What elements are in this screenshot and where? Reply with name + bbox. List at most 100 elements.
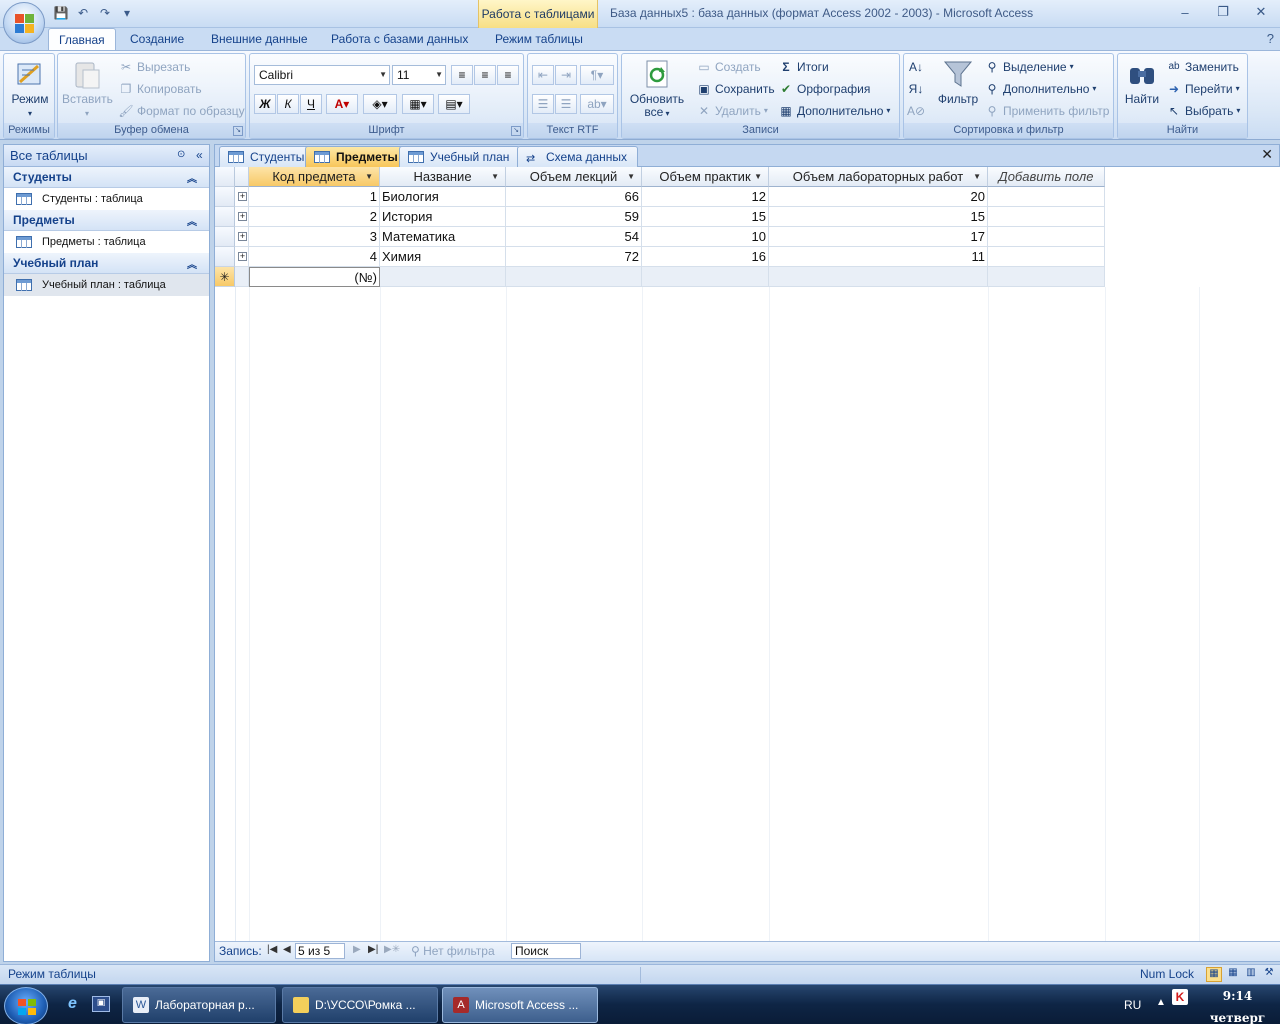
last-record-icon[interactable]: ▶| [368, 944, 378, 955]
nav-pane-header[interactable]: Все таблицы ⊙ « [4, 145, 209, 167]
bullet-list-button[interactable]: ☰ [555, 94, 577, 114]
chevron-down-icon[interactable]: ▼ [973, 167, 981, 186]
cell-practice[interactable]: 10 [642, 227, 769, 247]
copy-button[interactable]: ❐ Копировать [118, 79, 202, 99]
prev-record-icon[interactable]: ◀ [283, 944, 291, 955]
doc-tab-curriculum[interactable]: Учебный план [399, 146, 521, 167]
find-button[interactable]: Найти [1122, 58, 1162, 106]
doc-tab-subjects[interactable]: Предметы [305, 146, 409, 167]
highlight-button[interactable]: ab▾ [580, 94, 614, 114]
cell-labs[interactable]: 17 [769, 227, 988, 247]
row-selector[interactable] [215, 207, 235, 227]
format-painter-button[interactable]: 🖌 Формат по образцу [118, 101, 244, 121]
taskbar-folder-button[interactable]: D:\УССО\Ромка ... [282, 987, 438, 1023]
collapse-section-icon[interactable]: ︽ [187, 213, 197, 228]
select-button[interactable]: ↖ Выбрать ▾ [1166, 101, 1240, 121]
row-selector[interactable] [215, 227, 235, 247]
expand-row-button[interactable]: + [235, 187, 249, 207]
delete-record-button[interactable]: ✕ Удалить ▾ [696, 101, 768, 121]
replace-button[interactable]: ab Заменить [1166, 57, 1239, 77]
close-document-icon[interactable]: ✕ [1261, 146, 1273, 163]
chevron-down-icon[interactable]: ▼ [754, 167, 762, 186]
font-size-select[interactable]: 11 ▼ [392, 65, 446, 85]
font-family-select[interactable]: Calibri ▼ [254, 65, 390, 85]
cell-name[interactable]: История [380, 207, 506, 227]
new-record-nav-icon[interactable]: ▶✳ [384, 944, 400, 955]
cell-lectures[interactable]: 54 [506, 227, 642, 247]
doc-tab-students[interactable]: Студенты [219, 146, 316, 167]
spelling-button[interactable]: ✔ Орфография [778, 79, 870, 99]
antivirus-tray-icon[interactable]: K [1172, 989, 1188, 1005]
minimize-button[interactable]: ‒ [1166, 0, 1204, 24]
record-position-input[interactable]: 5 из 5 [295, 943, 345, 959]
close-button[interactable]: ✕ [1242, 0, 1280, 24]
collapse-section-icon[interactable]: ︽ [187, 256, 197, 271]
paragraph-direction-button[interactable]: ¶▾ [580, 65, 614, 85]
tab-home[interactable]: Главная [48, 28, 116, 51]
more-records-button[interactable]: ▦ Дополнительно ▾ [778, 101, 890, 121]
tray-expand-icon[interactable]: ▲ [1156, 997, 1166, 1008]
doc-tab-relationships[interactable]: ⇄ Схема данных [517, 146, 639, 167]
alt-fill-button[interactable]: ▤▾ [438, 94, 470, 114]
expand-row-button[interactable]: + [235, 207, 249, 227]
tab-external-data[interactable]: Внешние данные [201, 28, 318, 50]
nav-item-subjects-table[interactable]: Предметы : таблица [4, 231, 209, 253]
apply-filter-button[interactable]: ⚲ Применить фильтр [984, 101, 1110, 121]
refresh-all-button[interactable]: Обновить все ▾ [626, 58, 688, 120]
cell-add-field[interactable] [988, 227, 1105, 247]
mode-button[interactable]: Режим ▾ [8, 58, 52, 120]
cell-name[interactable]: Химия [380, 247, 506, 267]
column-header-practice[interactable]: Объем практик ▼ [642, 167, 769, 187]
first-record-icon[interactable]: |◀ [267, 944, 277, 955]
show-desktop-icon[interactable]: ▣ [92, 996, 110, 1012]
cell-practice[interactable]: 16 [642, 247, 769, 267]
nav-section-students[interactable]: Студенты ︽ [4, 167, 209, 188]
column-header-lectures[interactable]: Объем лекций ▼ [506, 167, 642, 187]
numbered-list-button[interactable]: ☰ [532, 94, 554, 114]
select-all-corner[interactable] [215, 167, 235, 187]
column-header-add-field[interactable]: Добавить поле [988, 167, 1105, 187]
sort-asc-button[interactable]: A↓ [908, 57, 924, 77]
new-row-code-cell[interactable]: (№) [249, 267, 380, 287]
new-row-selector[interactable]: ✳ [215, 267, 235, 287]
taskbar-word-button[interactable]: W Лабораторная р... [122, 987, 276, 1023]
column-header-name[interactable]: Название ▼ [380, 167, 506, 187]
selection-filter-button[interactable]: ⚲ Выделение ▾ [984, 57, 1074, 77]
row-selector[interactable] [215, 187, 235, 207]
new-row-cell[interactable] [506, 267, 642, 287]
cell-add-field[interactable] [988, 207, 1105, 227]
language-indicator[interactable]: RU [1124, 998, 1141, 1012]
font-color-button[interactable]: A▾ [326, 94, 358, 114]
chevron-down-icon[interactable]: ▼ [627, 167, 635, 186]
nav-section-curriculum[interactable]: Учебный план ︽ [4, 253, 209, 274]
indent-button[interactable]: ⇥ [555, 65, 577, 85]
cell-lectures[interactable]: 66 [506, 187, 642, 207]
bold-button[interactable]: Ж [254, 94, 276, 114]
cell-code[interactable]: 3 [249, 227, 380, 247]
align-right-button[interactable]: ≡ [497, 65, 519, 85]
cell-code[interactable]: 2 [249, 207, 380, 227]
redo-icon[interactable]: ↷ [96, 4, 114, 22]
next-record-icon[interactable]: ▶ [353, 944, 361, 955]
font-launcher-icon[interactable]: ↘ [511, 126, 521, 136]
gridlines-button[interactable]: ▦▾ [402, 94, 434, 114]
new-record-button[interactable]: ▭ Создать [696, 57, 760, 77]
cell-practice[interactable]: 12 [642, 187, 769, 207]
align-left-button[interactable]: ≡ [451, 65, 473, 85]
start-button[interactable] [4, 987, 48, 1024]
design-view-icon[interactable]: ⚒ [1261, 967, 1277, 982]
collapse-pane-icon[interactable]: « [196, 148, 203, 162]
expand-row-button[interactable]: + [235, 227, 249, 247]
new-row-cell[interactable] [988, 267, 1105, 287]
new-row-cell[interactable] [642, 267, 769, 287]
cell-code[interactable]: 1 [249, 187, 380, 207]
chevron-down-icon[interactable]: ▼ [365, 167, 373, 186]
underline-button[interactable]: Ч [300, 94, 322, 114]
cell-name[interactable]: Математика [380, 227, 506, 247]
collapse-section-icon[interactable]: ︽ [187, 170, 197, 185]
nav-section-subjects[interactable]: Предметы ︽ [4, 210, 209, 231]
customize-qat-icon[interactable]: ▾ [118, 4, 136, 22]
align-center-button[interactable]: ≡ [474, 65, 496, 85]
column-header-code[interactable]: Код предмета ▼ [249, 167, 380, 187]
new-row-cell[interactable] [380, 267, 506, 287]
